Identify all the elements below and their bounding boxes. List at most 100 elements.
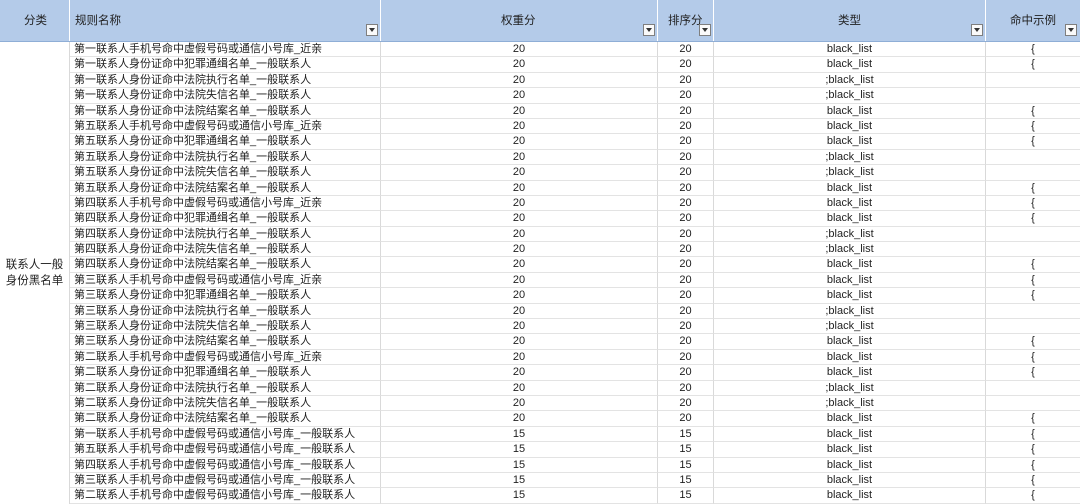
rule-name-cell[interactable]: 第四联系人身份证命中法院失信名单_一般联系人 (70, 242, 381, 258)
example-cell[interactable] (986, 227, 1080, 243)
type-cell[interactable]: black_list (714, 411, 986, 427)
sort-cell[interactable]: 15 (658, 457, 714, 473)
header-sort[interactable]: 排序分 (658, 0, 714, 41)
weight-cell[interactable]: 20 (381, 288, 658, 304)
filter-dropdown-icon[interactable] (971, 24, 983, 36)
example-cell[interactable] (986, 381, 1080, 396)
sort-cell[interactable]: 20 (658, 272, 714, 289)
example-cell[interactable]: { (986, 119, 1080, 135)
weight-cell[interactable]: 20 (381, 226, 658, 243)
type-cell[interactable]: ;black_list (714, 149, 986, 166)
rule-name-cell[interactable]: 第一联系人手机号命中虚假号码或通信小号库_一般联系人 (70, 426, 381, 443)
example-cell[interactable]: { (986, 57, 1080, 73)
sort-cell[interactable]: 20 (658, 118, 714, 135)
rule-name-cell[interactable]: 第一联系人身份证命中法院结案名单_一般联系人 (70, 103, 381, 119)
sort-cell[interactable]: 20 (658, 72, 714, 89)
filter-dropdown-icon[interactable] (699, 24, 711, 36)
rule-name-cell[interactable]: 第四联系人手机号命中虚假号码或通信小号库_近亲 (70, 195, 381, 212)
weight-cell[interactable]: 20 (381, 257, 658, 273)
rule-name-cell[interactable]: 第三联系人身份证命中犯罪通缉名单_一般联系人 (70, 288, 381, 304)
weight-cell[interactable]: 20 (381, 118, 658, 135)
rule-name-cell[interactable]: 第三联系人身份证命中法院结案名单_一般联系人 (70, 334, 381, 350)
weight-cell[interactable]: 15 (381, 457, 658, 473)
weight-cell[interactable]: 20 (381, 303, 658, 320)
weight-cell[interactable]: 15 (381, 442, 658, 458)
weight-cell[interactable]: 20 (381, 334, 658, 350)
rule-name-cell[interactable]: 第四联系人身份证命中犯罪通缉名单_一般联系人 (70, 211, 381, 227)
sort-cell[interactable]: 15 (658, 472, 714, 489)
type-cell[interactable]: ;black_list (714, 165, 986, 181)
example-cell[interactable]: { (986, 365, 1080, 381)
sort-cell[interactable]: 20 (658, 180, 714, 196)
type-cell[interactable]: black_list (714, 426, 986, 443)
example-cell[interactable]: { (986, 488, 1080, 504)
sort-cell[interactable]: 20 (658, 149, 714, 166)
type-cell[interactable]: ;black_list (714, 242, 986, 258)
weight-cell[interactable]: 15 (381, 426, 658, 443)
rule-name-cell[interactable]: 第五联系人身份证命中法院结案名单_一般联系人 (70, 180, 381, 196)
weight-cell[interactable]: 20 (381, 272, 658, 289)
type-cell[interactable]: ;black_list (714, 72, 986, 89)
type-cell[interactable]: black_list (714, 334, 986, 350)
example-cell[interactable]: { (986, 442, 1080, 458)
rule-name-cell[interactable]: 第一联系人手机号命中虚假号码或通信小号库_近亲 (70, 42, 381, 58)
weight-cell[interactable]: 20 (381, 242, 658, 258)
weight-cell[interactable]: 20 (381, 195, 658, 212)
rule-name-cell[interactable]: 第五联系人手机号命中虚假号码或通信小号库_一般联系人 (70, 442, 381, 458)
weight-cell[interactable]: 20 (381, 349, 658, 366)
rule-name-cell[interactable]: 第三联系人身份证命中法院执行名单_一般联系人 (70, 303, 381, 320)
type-cell[interactable]: black_list (714, 442, 986, 458)
rule-name-cell[interactable]: 第五联系人身份证命中法院失信名单_一般联系人 (70, 165, 381, 181)
example-cell[interactable]: { (986, 334, 1080, 350)
sort-cell[interactable]: 15 (658, 426, 714, 443)
example-cell[interactable]: { (986, 273, 1080, 289)
type-cell[interactable]: ;black_list (714, 88, 986, 104)
sort-cell[interactable]: 20 (658, 226, 714, 243)
rule-name-cell[interactable]: 第四联系人身份证命中法院执行名单_一般联系人 (70, 226, 381, 243)
sort-cell[interactable]: 20 (658, 195, 714, 212)
filter-dropdown-icon[interactable] (643, 24, 655, 36)
example-cell[interactable]: { (986, 181, 1080, 196)
type-cell[interactable]: black_list (714, 365, 986, 381)
weight-cell[interactable]: 20 (381, 211, 658, 227)
filter-dropdown-icon[interactable] (1065, 24, 1077, 36)
example-cell[interactable] (986, 242, 1080, 258)
type-cell[interactable]: black_list (714, 42, 986, 58)
weight-cell[interactable]: 20 (381, 88, 658, 104)
type-cell[interactable]: black_list (714, 472, 986, 489)
type-cell[interactable]: black_list (714, 488, 986, 504)
type-cell[interactable]: black_list (714, 457, 986, 473)
rule-name-cell[interactable]: 第二联系人身份证命中犯罪通缉名单_一般联系人 (70, 365, 381, 381)
rule-name-cell[interactable]: 第一联系人身份证命中犯罪通缉名单_一般联系人 (70, 57, 381, 73)
weight-cell[interactable]: 20 (381, 319, 658, 335)
sort-cell[interactable]: 20 (658, 288, 714, 304)
weight-cell[interactable]: 20 (381, 134, 658, 150)
type-cell[interactable]: black_list (714, 180, 986, 196)
weight-cell[interactable]: 20 (381, 57, 658, 73)
type-cell[interactable]: ;black_list (714, 226, 986, 243)
rule-name-cell[interactable]: 第三联系人手机号命中虚假号码或通信小号库_近亲 (70, 272, 381, 289)
rule-name-cell[interactable]: 第四联系人手机号命中虚假号码或通信小号库_一般联系人 (70, 457, 381, 473)
weight-cell[interactable]: 20 (381, 180, 658, 196)
type-cell[interactable]: black_list (714, 118, 986, 135)
weight-cell[interactable]: 20 (381, 149, 658, 166)
sort-cell[interactable]: 20 (658, 349, 714, 366)
rule-name-cell[interactable]: 第二联系人身份证命中法院失信名单_一般联系人 (70, 395, 381, 412)
example-cell[interactable] (986, 396, 1080, 412)
sort-cell[interactable]: 20 (658, 134, 714, 150)
example-cell[interactable]: { (986, 134, 1080, 150)
sort-cell[interactable]: 20 (658, 365, 714, 381)
rule-name-cell[interactable]: 第一联系人身份证命中法院执行名单_一般联系人 (70, 72, 381, 89)
example-cell[interactable]: { (986, 411, 1080, 427)
sort-cell[interactable]: 15 (658, 488, 714, 504)
sort-cell[interactable]: 20 (658, 88, 714, 104)
sort-cell[interactable]: 20 (658, 211, 714, 227)
rule-name-cell[interactable]: 第二联系人手机号命中虚假号码或通信小号库_近亲 (70, 349, 381, 366)
weight-cell[interactable]: 20 (381, 411, 658, 427)
type-cell[interactable]: ;black_list (714, 303, 986, 320)
type-cell[interactable]: ;black_list (714, 395, 986, 412)
type-cell[interactable]: ;black_list (714, 319, 986, 335)
example-cell[interactable] (986, 319, 1080, 335)
example-cell[interactable] (986, 88, 1080, 104)
weight-cell[interactable]: 20 (381, 395, 658, 412)
